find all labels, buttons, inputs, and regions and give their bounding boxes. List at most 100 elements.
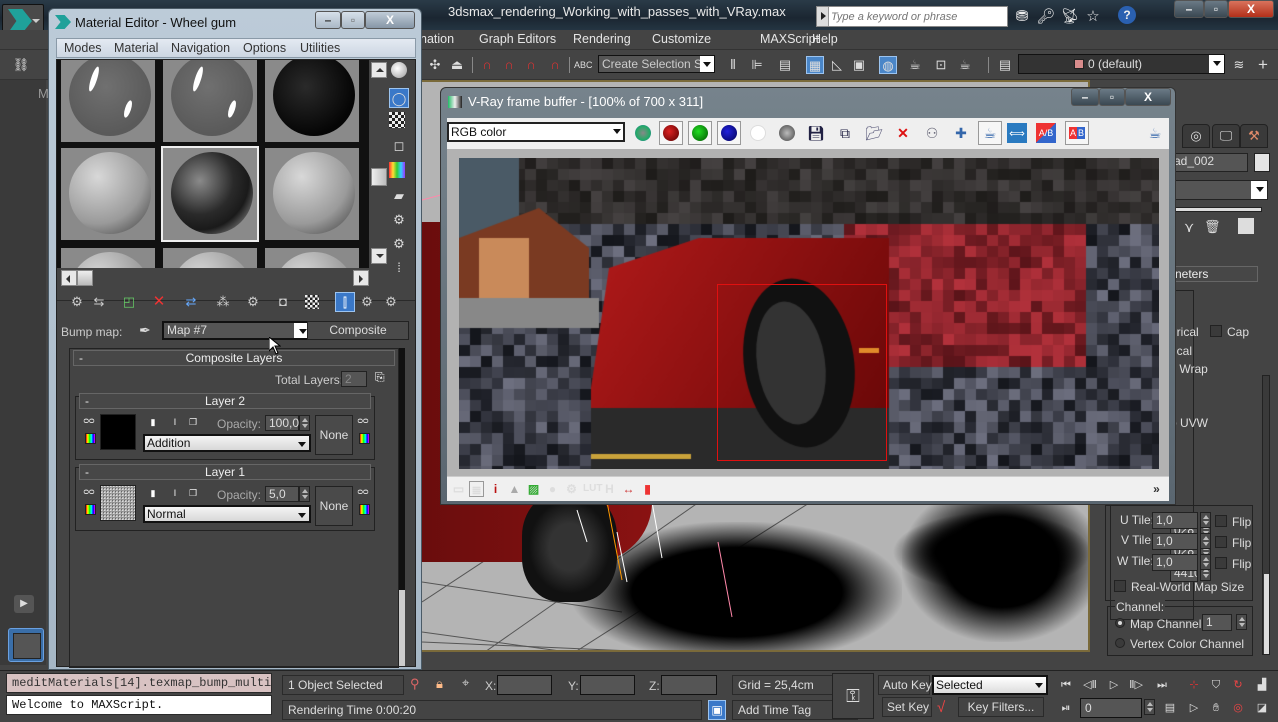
w-tile-field[interactable]: 1,0 [1152, 554, 1198, 571]
menu-animation[interactable]: nation [420, 32, 454, 46]
medit-menu-utilities[interactable]: Utilities [300, 41, 340, 55]
map-channel-radio[interactable] [1115, 618, 1125, 628]
go-to-end-icon[interactable]: ⏭ [1152, 675, 1172, 695]
play-icon[interactable]: ▷ [1104, 675, 1124, 695]
map-channel-spinner[interactable] [1236, 614, 1247, 630]
view-green-channel-icon[interactable] [688, 121, 712, 145]
rendered-frame-window-icon[interactable]: ⊡ [932, 56, 950, 74]
duplicate-layer-icon[interactable]: ❐ [187, 487, 199, 499]
x-coordinate-field[interactable] [497, 675, 552, 695]
curve-icon[interactable]: ▨ [526, 481, 541, 497]
w-flip-checkbox[interactable] [1215, 557, 1227, 569]
v-tile-spinner[interactable] [1200, 533, 1211, 549]
app-minimize-button[interactable]: – [1174, 0, 1204, 18]
maximize-toggle-icon[interactable]: ◪ [1252, 698, 1272, 718]
layer-manager-icon[interactable]: ▤ [776, 56, 794, 74]
search-input[interactable] [831, 9, 1003, 24]
ab-split-icon[interactable]: AB [1065, 121, 1089, 145]
medit-menu-modes[interactable]: Modes [64, 41, 102, 55]
key-filters-button[interactable]: Key Filters... [958, 697, 1044, 717]
menu-maxscript[interactable]: MAXScript [760, 32, 819, 46]
teapot-render-icon[interactable]: ☕︎ [1143, 121, 1167, 145]
maxscript-listener-output[interactable]: Welcome to MAXScript. [6, 695, 272, 715]
expand-button[interactable]: ▶ [14, 595, 34, 613]
add-layer-icon[interactable]: ≋ [1230, 56, 1248, 74]
layer-2-opacity-spinner[interactable] [299, 415, 310, 431]
slots-scroll-up-button[interactable] [371, 62, 387, 78]
material-map-navigator-icon[interactable]: ⁞ [389, 258, 409, 278]
make-material-copy-icon[interactable]: ⇄ [181, 292, 201, 312]
vfb-maximize-button[interactable]: ▫ [1099, 88, 1125, 106]
layer-1-opacity-field[interactable]: 5,0 [265, 486, 299, 502]
put-to-scene-icon[interactable]: ⇆ [89, 292, 109, 312]
delete-layer-icon[interactable]: ▮ [147, 416, 159, 428]
configure-modifier-sets-icon[interactable] [1238, 218, 1254, 234]
medit-close-button[interactable]: X [365, 11, 415, 29]
menu-graph-editors[interactable]: Graph Editors [479, 32, 556, 46]
time-configuration-icon[interactable]: ▤ [1160, 698, 1180, 718]
scene-explorer-icon[interactable]: ▦ [806, 56, 824, 74]
cap-checkbox[interactable] [1210, 325, 1222, 337]
u-tile-field[interactable]: 1,0 [1152, 512, 1198, 529]
edit-named-selection-icon[interactable]: ABC [574, 56, 593, 74]
slots-scroll-left-button[interactable] [61, 270, 77, 286]
material-editor-icon[interactable]: ◍ [879, 56, 897, 74]
tab-utilities[interactable]: ⚒ [1240, 124, 1268, 148]
map-channel-field[interactable]: 1 [1202, 614, 1232, 631]
slots-scroll-right-button[interactable] [353, 270, 369, 286]
sample-slot[interactable] [59, 60, 157, 144]
delete-layer-icon[interactable]: ▮ [147, 487, 159, 499]
go-forward-to-sibling-icon[interactable]: ⚙ [381, 292, 401, 312]
expand-toolbar-icon[interactable]: » [1149, 481, 1164, 497]
medit-scrollbar[interactable] [399, 348, 405, 666]
options-icon[interactable]: ⚙ [389, 210, 409, 230]
star-icon[interactable]: ☆ [1083, 6, 1103, 26]
follow-mouse-icon[interactable]: ✚ [949, 121, 973, 145]
sample-slot[interactable] [161, 246, 259, 268]
select-by-material-icon[interactable]: ⚙ [389, 234, 409, 254]
visibility-icon[interactable]: ᴑᴑ [83, 414, 95, 426]
medit-menu-options[interactable]: Options [243, 41, 286, 55]
render-image[interactable] [459, 158, 1159, 469]
color-correction-icon[interactable] [85, 433, 96, 444]
set-key-mode-icon[interactable]: ⚿ [832, 673, 874, 719]
current-frame-field[interactable]: 0 [1080, 698, 1142, 718]
view-rgb-icon[interactable] [631, 121, 655, 145]
render-setup-icon[interactable]: ☕︎ [906, 56, 924, 74]
sample-slot[interactable] [59, 246, 157, 268]
slots-scroll-down-button[interactable] [371, 248, 387, 264]
layer-2-blend-mode-dropdown[interactable]: Addition [143, 434, 311, 452]
search-expand-icon[interactable] [817, 7, 829, 26]
view-blue-channel-icon[interactable] [717, 121, 741, 145]
set-key-button[interactable]: Set Key [882, 697, 932, 717]
link-to-render-icon[interactable]: ⟺ [1007, 123, 1027, 143]
sample-uv-tiling-icon[interactable]: ◻ [389, 136, 409, 156]
mask-visibility-icon[interactable]: ᴑᴑ [357, 414, 369, 426]
modifier-stack-slider[interactable] [1170, 207, 1262, 212]
vfb-close-button[interactable]: X [1125, 88, 1171, 106]
color-correction-icon[interactable] [85, 504, 96, 515]
sample-slot[interactable] [263, 60, 361, 144]
angle-snap-icon[interactable]: ∩ [500, 56, 518, 74]
tab-display[interactable]: 🖵︎ [1212, 124, 1240, 148]
maximize-viewport-icon[interactable]: ▟ [1252, 675, 1272, 695]
time-tag-icon[interactable]: ▣ [708, 700, 726, 720]
real-world-map-size-checkbox[interactable] [1114, 580, 1126, 592]
spinner-snap-icon[interactable]: ∩ [546, 56, 564, 74]
y-coordinate-field[interactable] [580, 675, 635, 695]
channel-dropdown[interactable]: RGB color [447, 122, 625, 142]
clear-image-icon[interactable]: ✕ [891, 121, 915, 145]
walk-through-icon[interactable]: ◎ [1228, 698, 1248, 718]
layer-icon[interactable]: ▤ [996, 56, 1014, 74]
show-map-in-viewport-icon[interactable] [305, 295, 319, 309]
link-icon[interactable]: ⛓ [12, 56, 30, 74]
maxscript-listener-input[interactable]: meditMaterials[14].texmap_bump_multip [6, 673, 272, 693]
snap-3d-icon[interactable]: ∩ [478, 56, 496, 74]
field-of-view-icon[interactable]: ⛉ [1206, 675, 1226, 695]
make-unique-icon[interactable]: ⁂ [213, 292, 233, 312]
z-coordinate-field[interactable] [661, 675, 717, 695]
key-icon[interactable]: 🔑︎ [1036, 6, 1056, 26]
search-box[interactable] [816, 6, 1008, 27]
app-maximize-button[interactable]: ▫ [1204, 0, 1228, 18]
hsv-icon[interactable]: H [602, 481, 617, 497]
